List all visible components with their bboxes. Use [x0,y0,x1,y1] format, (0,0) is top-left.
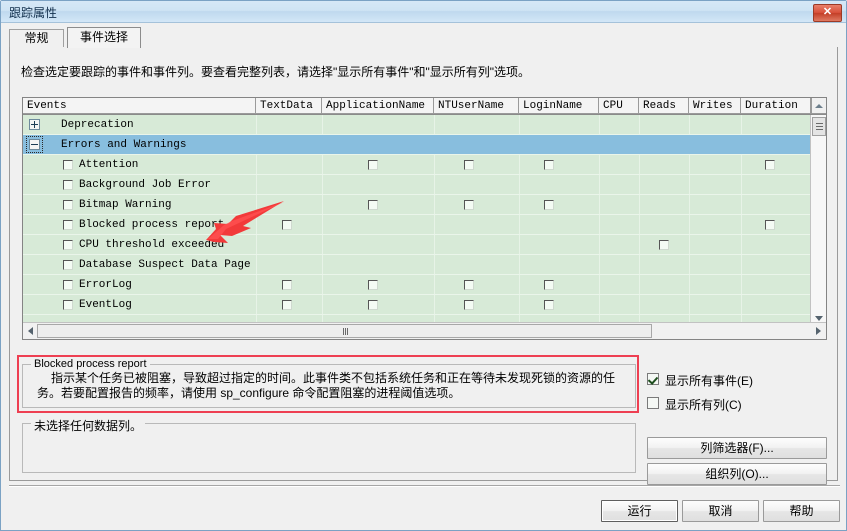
scroll-left-icon[interactable] [28,327,33,335]
event-checkbox-blocked-process-report[interactable] [63,220,73,230]
row-label: CPU threshold exceeded [79,239,225,251]
cell-checkbox-ntusername[interactable] [464,300,474,310]
help-button[interactable]: 帮助 [763,500,840,522]
footer-separator [9,485,840,487]
cell-checkbox-loginname[interactable] [544,300,554,310]
cell-checkbox-applicationname[interactable] [368,300,378,310]
table-row[interactable]: Bitmap Warning [23,195,811,215]
cell-checkbox-ntusername[interactable] [464,280,474,290]
vertical-scroll-thumb[interactable] [812,117,826,136]
column-header-cpu[interactable]: CPU [599,98,639,114]
grid-vertical-scrollbar[interactable] [810,115,826,323]
cell-checkbox-reads[interactable] [659,240,669,250]
collapse-errors-and-warnings-icon[interactable] [29,139,40,150]
instructions-text: 检查选定要跟踪的事件和事件列。要查看完整列表，请选择"显示所有事件"和"显示所有… [21,65,531,79]
grid-header-row: Events TextData ApplicationName NTUserNa… [23,98,826,115]
row-label: Attention [79,159,139,171]
cell-checkbox-ntusername[interactable] [464,200,474,210]
column-header-events[interactable]: Events [23,98,256,114]
scroll-right-icon[interactable] [816,327,821,335]
trace-properties-dialog: 跟踪属性 ✕ 常规 事件选择 检查选定要跟踪的事件和事件列。要查看完整列表，请选… [0,0,847,531]
event-checkbox-bitmap-warning[interactable] [63,200,73,210]
show-all-columns-label[interactable]: 显示所有列(C) [665,396,742,413]
cell-checkbox-textdata[interactable] [282,300,292,310]
cell-checkbox-duration[interactable] [765,220,775,230]
event-checkbox-errorlog[interactable] [63,280,73,290]
table-row[interactable]: ErrorLog [23,275,811,295]
column-header-applicationname[interactable]: ApplicationName [322,98,434,114]
column-header-ntusername[interactable]: NTUserName [434,98,519,114]
show-all-events-checkbox[interactable] [647,373,659,385]
cell-checkbox-loginname[interactable] [544,160,554,170]
tab-general[interactable]: 常规 [9,29,64,47]
column-header-textdata[interactable]: TextData [256,98,322,114]
column-filters-button[interactable]: 列筛选器(F)... [647,437,827,459]
scroll-down-icon[interactable] [815,316,823,321]
column-header-reads[interactable]: Reads [639,98,689,114]
row-label: EventLog [79,299,132,311]
show-all-columns-checkbox[interactable] [647,397,659,409]
column-header-duration[interactable]: Duration [741,98,811,114]
cell-checkbox-loginname[interactable] [544,200,554,210]
cell-checkbox-ntusername[interactable] [464,160,474,170]
organize-columns-button[interactable]: 组织列(O)... [647,463,827,485]
event-selection-grid[interactable]: Events TextData ApplicationName NTUserNa… [22,97,827,340]
row-label: Errors and Warnings [61,139,187,151]
table-row[interactable]: CPU threshold exceeded [23,235,811,255]
table-row[interactable]: Background Job Error [23,175,811,195]
title-bar[interactable]: 跟踪属性 ✕ [1,1,846,23]
row-label: Blocked process report [79,219,225,231]
grid-horizontal-scrollbar[interactable] [23,322,826,339]
cell-checkbox-duration[interactable] [765,160,775,170]
cell-checkbox-applicationname[interactable] [368,160,378,170]
table-row[interactable]: Blocked process report [23,215,811,235]
close-icon[interactable]: ✕ [813,4,842,22]
row-label: Background Job Error [79,179,212,191]
event-checkbox-background-job-error[interactable] [63,180,73,190]
window-title: 跟踪属性 [9,6,58,20]
cancel-button[interactable]: 取消 [682,500,759,522]
table-row[interactable]: Errors and Warnings [23,135,811,155]
tab-event-selection[interactable]: 事件选择 [67,27,141,48]
column-header-writes[interactable]: Writes [689,98,741,114]
run-button[interactable]: 运行 [601,500,678,522]
cell-checkbox-textdata[interactable] [282,220,292,230]
grid-body: Deprecation Errors and Warnings Attentio… [23,115,811,323]
row-label: Bitmap Warning [79,199,172,211]
row-label: Deprecation [61,119,134,131]
event-checkbox-eventlog[interactable] [63,300,73,310]
event-checkbox-database-suspect-data-page[interactable] [63,260,73,270]
horizontal-scroll-thumb[interactable] [37,324,652,338]
event-checkbox-attention[interactable] [63,160,73,170]
row-label: Database Suspect Data Page [79,259,251,271]
column-header-loginname[interactable]: LoginName [519,98,599,114]
row-label: ErrorLog [79,279,132,291]
table-row[interactable]: Attention [23,155,811,175]
expand-deprecation-icon[interactable] [29,119,40,130]
table-row[interactable]: EventLog [23,295,811,315]
show-all-events-label[interactable]: 显示所有事件(E) [665,372,753,389]
column-description-title: 未选择任何数据列。 [31,417,146,434]
tab-strip: 常规 事件选择 [9,27,838,48]
table-row[interactable]: Database Suspect Data Page [23,255,811,275]
table-row[interactable]: Deprecation [23,115,811,135]
event-checkbox-cpu-threshold-exceeded[interactable] [63,240,73,250]
cell-checkbox-applicationname[interactable] [368,200,378,210]
cell-checkbox-textdata[interactable] [282,280,292,290]
cell-checkbox-applicationname[interactable] [368,280,378,290]
sort-ascending-icon[interactable] [811,98,826,114]
annotation-rectangle-description [17,355,639,413]
cell-checkbox-loginname[interactable] [544,280,554,290]
